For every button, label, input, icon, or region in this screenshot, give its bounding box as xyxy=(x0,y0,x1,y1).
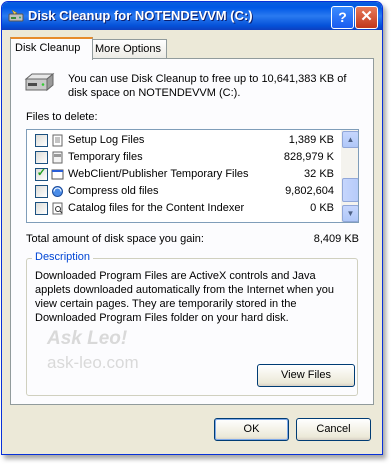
tab-panel: You can use Disk Cleanup to free up to 1… xyxy=(10,58,374,405)
description-text: Downloaded Program Files are ActiveX con… xyxy=(35,270,335,324)
list-item[interactable]: Temporary files 828,979 K xyxy=(27,149,340,166)
checkbox-checked[interactable]: ✓ xyxy=(35,167,48,181)
file-name: WebClient/Publisher Temporary Files xyxy=(68,168,249,180)
list-scrollbar[interactable]: ▲ ▼ xyxy=(341,130,358,222)
file-size: 1,389 KB xyxy=(288,134,334,146)
tab-disk-cleanup[interactable]: Disk Cleanup xyxy=(10,37,93,60)
files-list[interactable]: Setup Log Files 1,389 KB Temporary files… xyxy=(26,129,359,223)
list-item[interactable]: Setup Log Files 1,389 KB xyxy=(27,132,340,149)
log-file-icon xyxy=(52,134,63,147)
hard-drive-icon xyxy=(24,72,55,92)
file-size: 32 KB xyxy=(304,168,334,180)
checkbox[interactable] xyxy=(35,202,48,215)
view-files-button[interactable]: View Files xyxy=(257,364,355,387)
file-name: Temporary files xyxy=(68,151,143,163)
scroll-down-icon[interactable]: ▼ xyxy=(342,205,358,222)
list-item[interactable]: Compress old files 9,802,604 xyxy=(27,183,340,200)
disk-cleanup-icon xyxy=(8,9,24,22)
file-size: 828,979 K xyxy=(283,151,334,163)
description-title: Description xyxy=(32,251,94,263)
total-gain-value: 8,409 KB xyxy=(313,233,359,245)
scroll-up-icon[interactable]: ▲ xyxy=(342,131,358,148)
watermark-logo: Ask Leo! xyxy=(47,328,128,349)
close-button[interactable]: ✕ xyxy=(355,6,378,29)
checkbox[interactable] xyxy=(35,151,48,164)
webclient-icon xyxy=(51,169,64,180)
tab-more-options[interactable]: More Options xyxy=(90,39,167,58)
list-item[interactable]: Catalog files for the Content Indexer 0 … xyxy=(27,200,340,217)
window-title: Disk Cleanup for NOTENDEVVM (C:) xyxy=(28,8,253,23)
checkbox[interactable] xyxy=(35,134,48,147)
file-size: 9,802,604 xyxy=(285,185,334,197)
intro-text: You can use Disk Cleanup to free up to 1… xyxy=(68,73,347,99)
title-bar[interactable]: Disk Cleanup for NOTENDEVVM (C:) ? ✕ xyxy=(2,2,382,30)
file-name: Compress old files xyxy=(68,185,159,197)
help-button[interactable]: ? xyxy=(331,6,354,29)
checkbox[interactable] xyxy=(35,185,48,198)
file-name: Setup Log Files xyxy=(68,134,145,146)
files-to-delete-label: Files to delete: xyxy=(26,111,98,123)
scroll-thumb[interactable] xyxy=(342,178,358,202)
temp-file-icon xyxy=(52,151,63,164)
disk-cleanup-window: Disk Cleanup for NOTENDEVVM (C:) ? ✕ Dis… xyxy=(1,1,383,455)
ok-button[interactable]: OK xyxy=(214,418,289,441)
catalog-icon xyxy=(52,202,63,215)
cancel-button[interactable]: Cancel xyxy=(296,418,371,441)
compress-icon xyxy=(52,186,63,197)
list-item[interactable]: ✓ WebClient/Publisher Temporary Files 32… xyxy=(27,166,340,183)
checkmark-icon: ✓ xyxy=(36,167,47,179)
watermark-url: ask-leo.com xyxy=(47,353,139,372)
file-name: Catalog files for the Content Indexer xyxy=(68,202,245,214)
file-size: 0 KB xyxy=(310,202,334,214)
total-gain-label: Total amount of disk space you gain: xyxy=(26,233,204,245)
